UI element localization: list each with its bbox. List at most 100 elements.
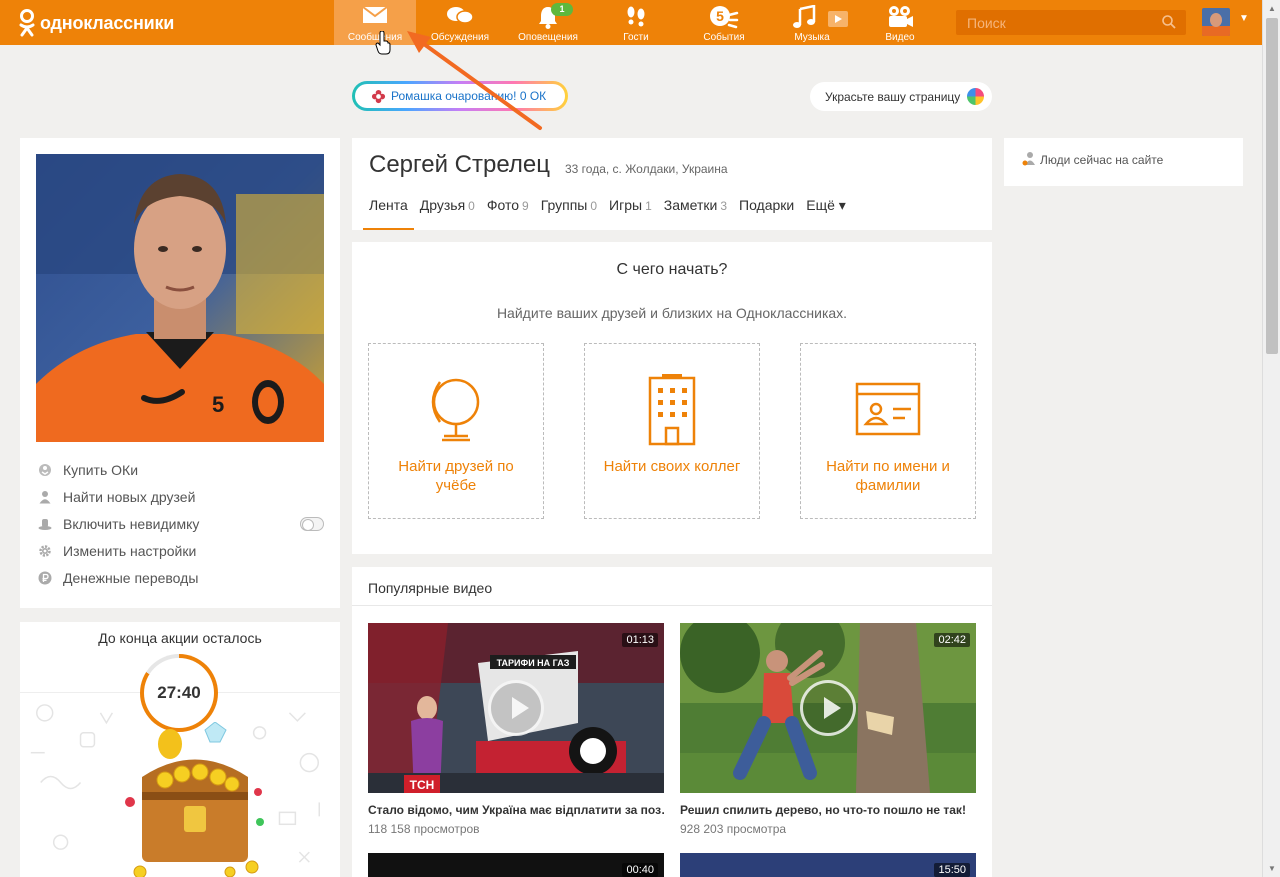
notifications-badge: 1: [551, 3, 573, 16]
tab-notes[interactable]: Заметки 3: [658, 197, 733, 230]
menu-find-friends[interactable]: Найти новых друзей: [36, 487, 324, 514]
nav-events[interactable]: 5 События: [680, 0, 768, 45]
tab-friends[interactable]: Друзья 0: [414, 197, 481, 230]
play-icon[interactable]: [800, 680, 856, 736]
profile-name: Сергей Стрелец: [369, 151, 550, 178]
tab-count: 3: [720, 199, 727, 213]
scrollbar-thumb[interactable]: [1266, 18, 1278, 354]
menu-invisible-mode-label: Включить невидимку: [63, 516, 200, 532]
video-duration: 02:42: [934, 633, 970, 647]
people-online-card[interactable]: Люди сейчас на сайте: [1004, 138, 1243, 186]
video-item[interactable]: 02:42 Решил спилить дерево, но что-то по…: [680, 623, 976, 836]
video-title[interactable]: Решил спилить дерево, но что-то пошло не…: [680, 803, 976, 817]
promo-banner[interactable]: Ромашка очарованию! 0 ОК: [352, 81, 568, 111]
svg-text:5: 5: [212, 392, 224, 417]
page-scrollbar[interactable]: ▲ ▼: [1262, 0, 1280, 877]
decorate-page-button[interactable]: Украсьте вашу страницу: [810, 82, 992, 111]
menu-invisible-mode[interactable]: Включить невидимку: [36, 514, 324, 541]
tab-more[interactable]: Ещё ▾: [800, 197, 852, 230]
nav-notifications[interactable]: 1 Оповещения: [504, 0, 592, 45]
nav-guests-label: Гости: [623, 32, 649, 43]
profile-sidebar: 5 Купить ОКи Найти новых друзей Включить…: [20, 138, 340, 608]
nav-messages[interactable]: Сообщения: [334, 0, 416, 45]
search-input[interactable]: [956, 10, 1156, 35]
profile-meta: 33 года, с. Жолдаки, Украина: [565, 162, 728, 176]
video-thumbnail[interactable]: 15:50: [680, 853, 976, 877]
countdown-promo-card[interactable]: До конца акции осталось 27:40: [20, 622, 340, 877]
video-thumbnail[interactable]: ТАРИФИ НА ГАЗ ТСН 01:13: [368, 623, 664, 793]
video-thumbnail[interactable]: 02:42: [680, 623, 976, 793]
tab-gifts[interactable]: Подарки: [733, 197, 800, 230]
nav-video[interactable]: Видео: [856, 0, 944, 45]
id-card-icon: [855, 382, 921, 436]
color-wheel-icon: [967, 88, 984, 105]
user-menu-caret-icon[interactable]: ▼: [1239, 13, 1249, 24]
find-classmates-label: Найти друзей по учёбе: [398, 458, 514, 494]
office-building-icon: [648, 374, 696, 446]
nav-guests[interactable]: Гости: [592, 0, 680, 45]
tab-count: 1: [645, 199, 652, 213]
video-duration: 15:50: [934, 863, 970, 877]
events-five-icon: 5: [710, 6, 739, 29]
video-camera-icon: [889, 6, 913, 27]
video-duration: 01:13: [622, 633, 658, 647]
ok-logo-icon: [19, 9, 35, 37]
ok-coin-icon: [39, 464, 51, 476]
globe-icon: [431, 378, 480, 442]
footprints-icon: [627, 6, 645, 27]
profile-tabs: Лента Друзья 0 Фото 9 Группы 0 Игры 1 Заметк…: [363, 197, 852, 230]
site-logo[interactable]: одноклассники: [18, 7, 174, 39]
nav-video-label: Видео: [885, 32, 915, 43]
profile-header: Сергей Стрелец 33 года, с. Жолдаки, Укра…: [352, 138, 992, 230]
profile-photo[interactable]: 5: [36, 154, 324, 442]
search-box: [956, 10, 1186, 35]
find-colleagues-option[interactable]: Найти своих коллег: [584, 343, 760, 519]
divider: [352, 605, 992, 606]
user-avatar[interactable]: [1202, 8, 1230, 36]
tab-feed[interactable]: Лента: [363, 197, 414, 230]
people-online-label: Люди сейчас на сайте: [1040, 153, 1164, 167]
menu-money-transfers[interactable]: Денежные переводы: [36, 568, 324, 595]
ruble-icon: [38, 571, 52, 585]
scroll-down-arrow-icon[interactable]: ▼: [1268, 864, 1276, 873]
nav-events-label: События: [703, 32, 745, 43]
flower-icon: [371, 89, 386, 103]
invisible-mode-toggle[interactable]: [300, 517, 324, 531]
tab-photos[interactable]: Фото 9: [481, 197, 535, 230]
getting-started-card: С чего начать? Найдите ваших друзей и бл…: [352, 242, 992, 554]
svg-text:ТАРИФИ НА ГАЗ: ТАРИФИ НА ГАЗ: [497, 658, 570, 668]
tab-groups[interactable]: Группы 0: [535, 197, 603, 230]
search-icon[interactable]: [1162, 15, 1176, 29]
nav-discussions-label: Обсуждения: [430, 32, 490, 43]
tab-count: 0: [468, 199, 475, 213]
menu-money-transfers-label: Денежные переводы: [63, 570, 199, 586]
find-by-name-option[interactable]: Найти по имени и фамилии: [800, 343, 976, 519]
svg-text:5: 5: [716, 8, 724, 24]
gear-icon: [39, 545, 51, 557]
scroll-up-arrow-icon[interactable]: ▲: [1268, 4, 1276, 13]
find-by-name-label: Найти по имени и фамилии: [826, 458, 950, 494]
nav-music-label: Музыка: [794, 32, 830, 43]
video-views: 928 203 просмотра: [680, 822, 787, 836]
play-icon[interactable]: [488, 680, 544, 736]
video-views: 118 158 просмотров: [368, 822, 480, 836]
nav-music[interactable]: Музыка: [768, 0, 856, 45]
hat-icon: [38, 519, 52, 530]
main-nav: Сообщения Обсуждения 1 Оповещения Гости …: [334, 0, 944, 45]
countdown-timer: 27:40: [140, 654, 218, 732]
video-title[interactable]: Стало відомо, чим Україна має відплатити…: [368, 803, 664, 817]
tab-count: 0: [590, 199, 598, 213]
video-item[interactable]: ТАРИФИ НА ГАЗ ТСН 01:13 Стало відомо, чи…: [368, 623, 664, 836]
svg-text:ТСН: ТСН: [410, 778, 435, 792]
find-colleagues-label: Найти своих коллег: [603, 458, 741, 475]
menu-settings[interactable]: Изменить настройки: [36, 541, 324, 568]
person-online-icon: [1022, 152, 1035, 166]
person-icon: [39, 491, 51, 504]
video-thumbnail[interactable]: 00:40: [368, 853, 664, 877]
chat-bubbles-icon: [447, 7, 474, 24]
find-classmates-option[interactable]: Найти друзей по учёбе: [368, 343, 544, 519]
popular-videos-title: Популярные видео: [368, 580, 493, 596]
nav-discussions[interactable]: Обсуждения: [416, 0, 504, 45]
menu-buy-ok[interactable]: Купить ОКи: [36, 460, 324, 487]
tab-games[interactable]: Игры 1: [603, 197, 658, 230]
